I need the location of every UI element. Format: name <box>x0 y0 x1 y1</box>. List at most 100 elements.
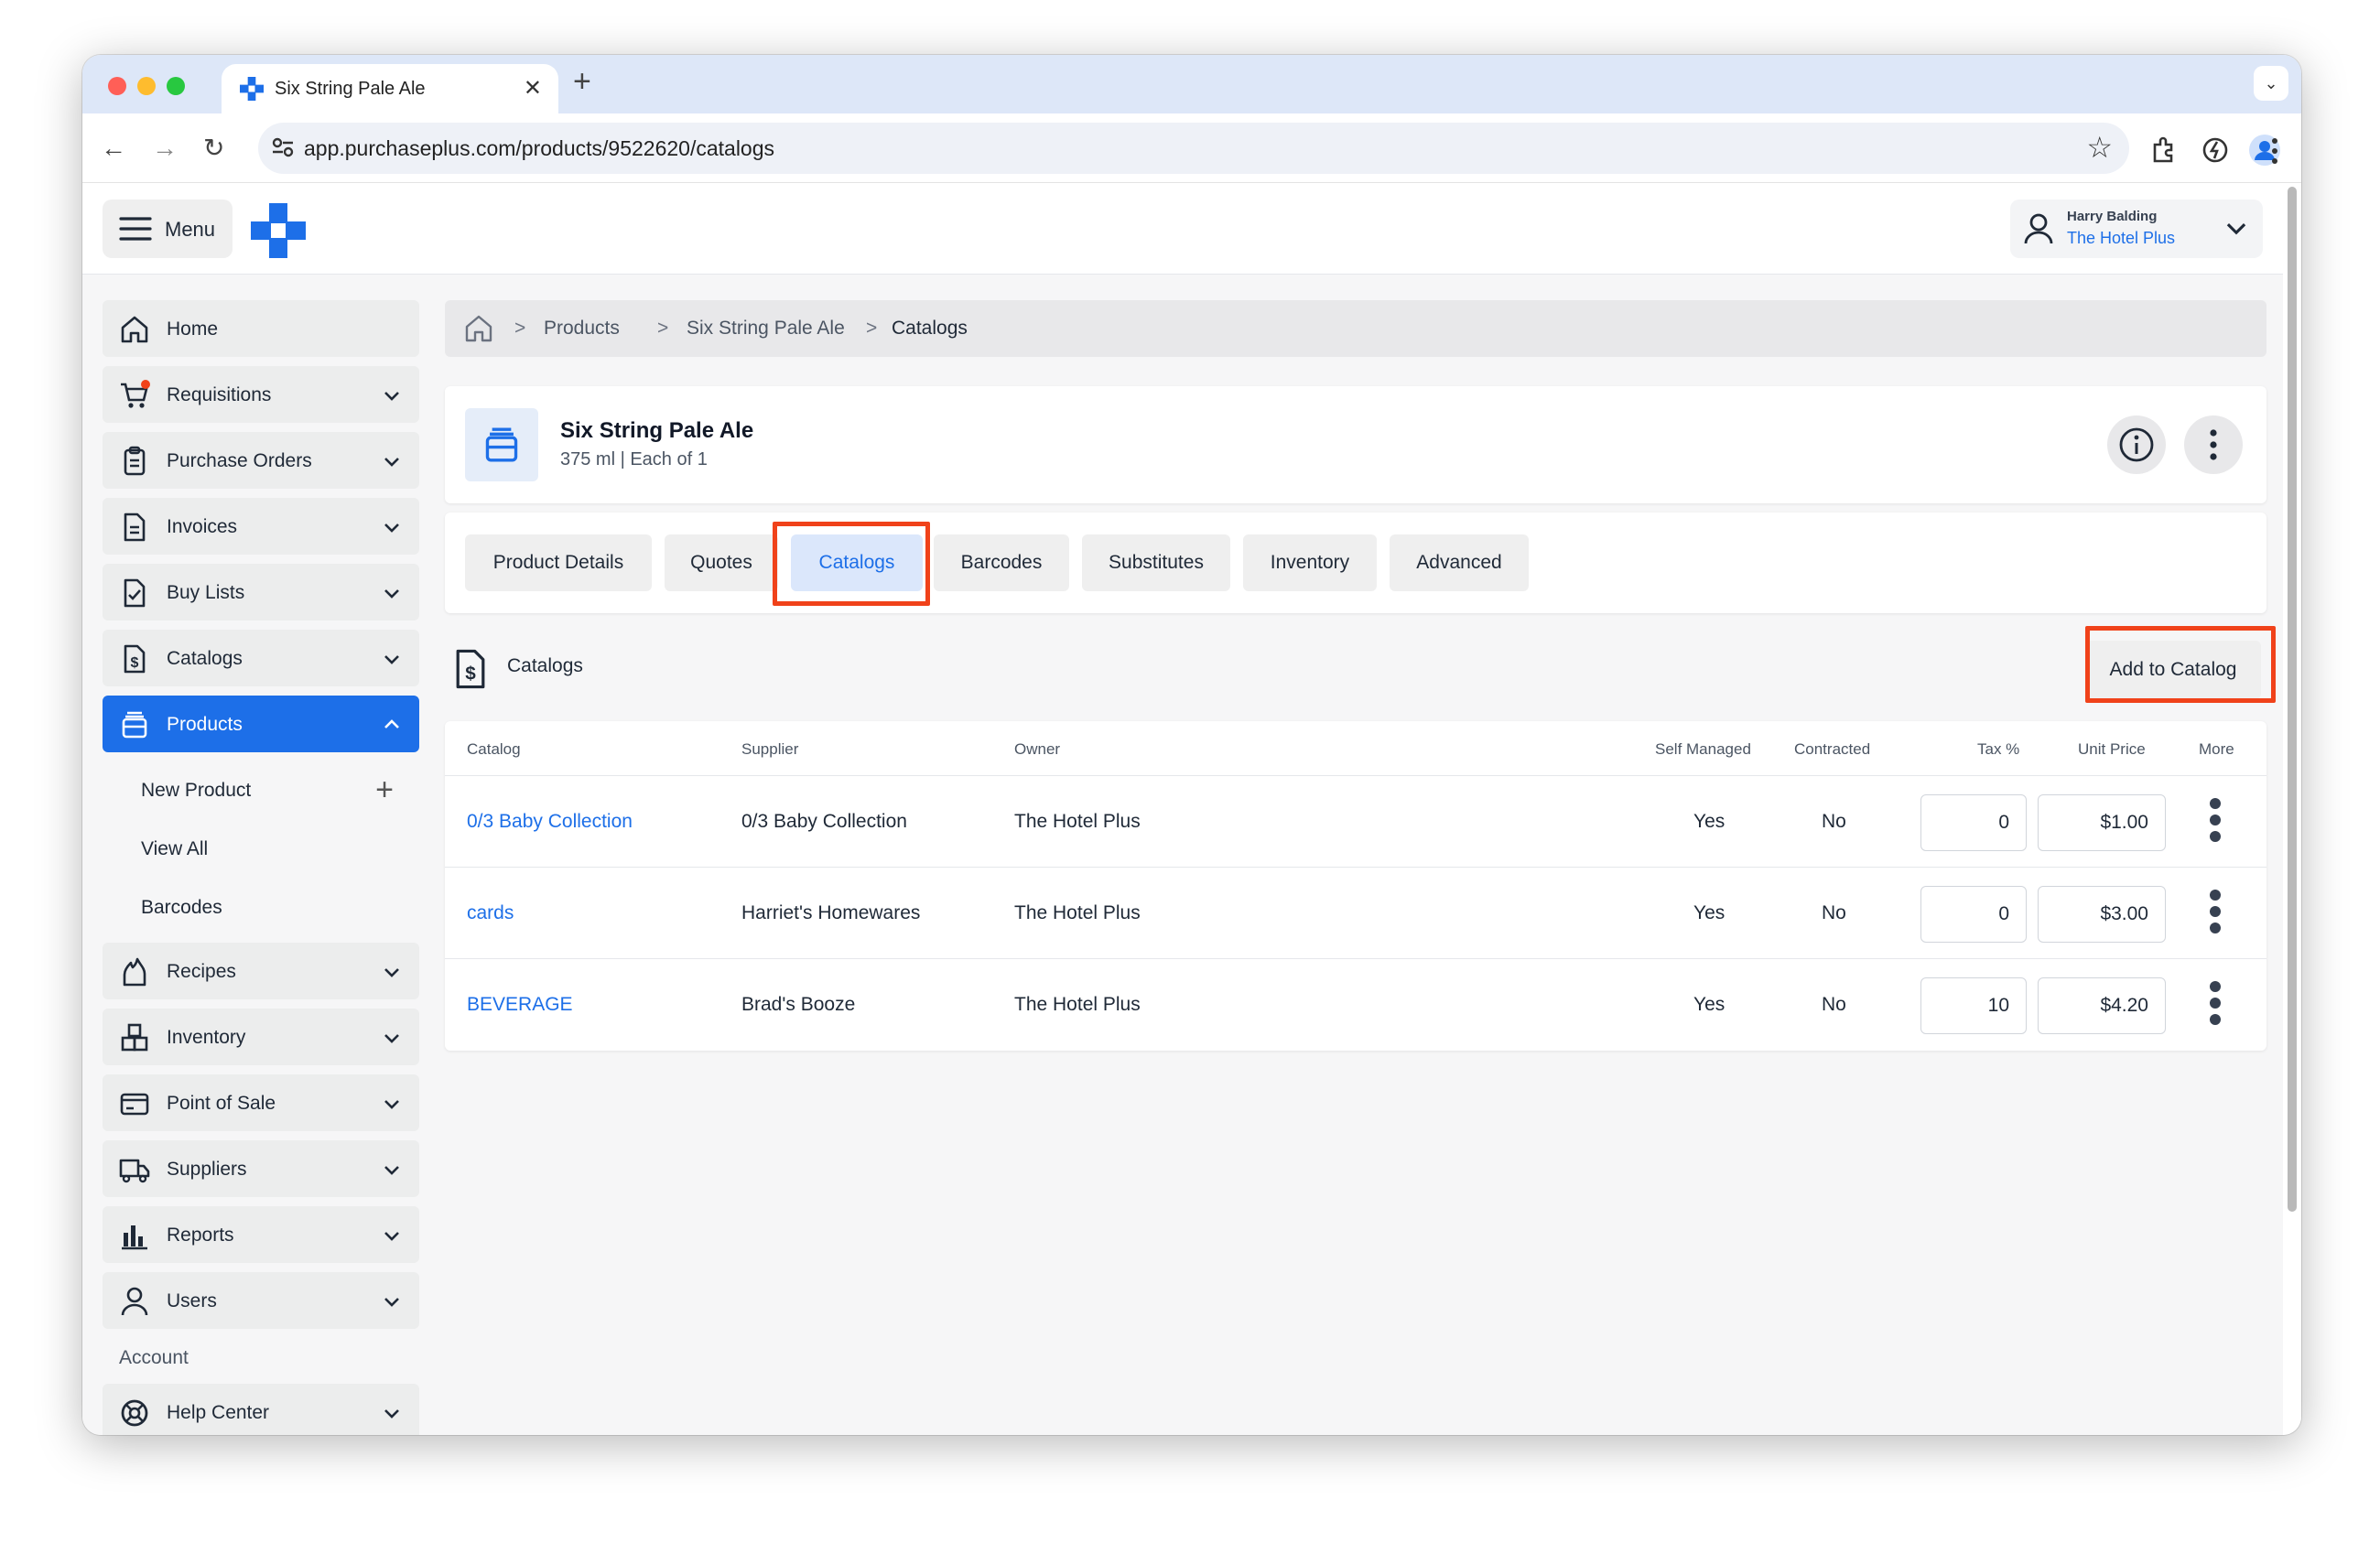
column-header-more: More <box>2199 740 2234 758</box>
lifebuoy-icon <box>121 1399 148 1427</box>
sidebar-item-suppliers[interactable]: Suppliers <box>103 1140 419 1197</box>
sidebar-subitem-view-all[interactable]: View All <box>103 820 419 879</box>
tab-inventory[interactable]: Inventory <box>1243 534 1377 591</box>
sidebar-item-label: Help Center <box>167 1402 270 1423</box>
bookmark-star-icon[interactable]: ☆ <box>2086 130 2113 165</box>
sidebar-item-label: Users <box>167 1290 217 1311</box>
sidebar-item-label: Buy Lists <box>167 582 245 603</box>
sidebar-item-label: Purchase Orders <box>167 450 312 471</box>
sidebar-item-point-of-sale[interactable]: Point of Sale <box>103 1074 419 1131</box>
supplier-cell: Brad's Booze <box>741 994 856 1015</box>
purchaseplus-logo-icon[interactable] <box>251 203 306 258</box>
sidebar-item-home[interactable]: Home <box>103 300 419 357</box>
bar-chart-icon <box>122 1225 147 1250</box>
sidebar-subitem-barcodes[interactable]: Barcodes <box>103 879 419 937</box>
column-header-owner: Owner <box>1014 740 1061 758</box>
info-button[interactable] <box>2107 415 2166 474</box>
back-icon[interactable]: ← <box>101 130 126 167</box>
tab-product-details[interactable]: Product Details <box>465 534 652 591</box>
chevron-up-icon <box>384 719 399 728</box>
tax-input[interactable]: 0 <box>1920 794 2027 851</box>
maximize-window-button[interactable] <box>167 77 185 95</box>
sidebar-item-reports[interactable]: Reports <box>103 1206 419 1263</box>
contracted-cell: No <box>1822 902 1846 923</box>
reload-icon[interactable]: ↻ <box>203 130 224 167</box>
chevron-right-icon: > <box>657 318 669 339</box>
menu-button[interactable]: Menu <box>103 200 233 258</box>
sidebar-item-buy-lists[interactable]: Buy Lists <box>103 564 419 620</box>
breadcrumb-current: Catalogs <box>892 318 968 339</box>
catalogs-table: Catalog Supplier Owner Self Managed Cont… <box>445 721 2266 1051</box>
self-managed-cell: Yes <box>1693 902 1726 923</box>
chevron-down-icon <box>384 968 399 977</box>
column-header-self-managed: Self Managed <box>1655 740 1751 758</box>
forward-icon[interactable]: → <box>152 130 178 167</box>
table-header: Catalog Supplier Owner Self Managed Cont… <box>445 721 2266 776</box>
sidebar-item-label: Requisitions <box>167 384 272 405</box>
sidebar-item-users[interactable]: Users <box>103 1272 419 1329</box>
product-jar-icon <box>485 427 518 462</box>
self-managed-cell: Yes <box>1693 994 1726 1015</box>
sidebar-item-invoices[interactable]: Invoices <box>103 498 419 555</box>
browser-tab[interactable]: Six String Pale Ale ✕ <box>222 64 558 113</box>
breadcrumb-products[interactable]: Products <box>544 318 620 340</box>
catalog-link[interactable]: cards <box>467 902 514 924</box>
address-bar[interactable]: app.purchaseplus.com/products/9522620/ca… <box>258 123 2129 174</box>
tab-advanced[interactable]: Advanced <box>1390 534 1529 591</box>
tax-input[interactable]: 0 <box>1920 886 2027 943</box>
more-options-button[interactable] <box>2184 415 2243 474</box>
info-icon <box>2119 427 2154 462</box>
unit-price-input[interactable]: $1.00 <box>2038 794 2166 851</box>
new-tab-button[interactable]: + <box>573 66 591 97</box>
tab-quotes[interactable]: Quotes <box>665 534 778 591</box>
catalogs-section-header: $ Catalogs Add to Catalog <box>445 622 2276 714</box>
sidebar-item-purchase-orders[interactable]: Purchase Orders <box>103 432 419 489</box>
breadcrumb-product[interactable]: Six String Pale Ale <box>687 318 845 340</box>
sidebar-item-recipes[interactable]: Recipes <box>103 943 419 999</box>
sidebar-subitem-new-product[interactable]: New Product + <box>103 761 419 820</box>
column-header-supplier: Supplier <box>741 740 799 758</box>
tab-search-button[interactable]: ⌄ <box>2254 66 2288 101</box>
chevron-down-icon <box>384 1298 399 1307</box>
row-more-icon[interactable] <box>2210 890 2221 939</box>
chevron-down-icon <box>2226 222 2246 235</box>
breadcrumb: > Products > Six String Pale Ale > Catal… <box>445 300 2266 357</box>
performance-icon[interactable] <box>2201 135 2230 165</box>
browser-menu-icon[interactable] <box>2270 137 2279 165</box>
sidebar-item-inventory[interactable]: Inventory <box>103 1009 419 1065</box>
product-meta: 375 ml | Each of 1 <box>560 449 708 469</box>
catalog-link[interactable]: 0/3 Baby Collection <box>467 811 633 833</box>
user-icon <box>2024 213 2053 244</box>
plus-icon[interactable]: + <box>375 772 394 808</box>
sidebar-item-requisitions[interactable]: Requisitions <box>103 366 419 423</box>
sidebar-item-products[interactable]: Products <box>103 696 419 752</box>
unit-price-input[interactable]: $4.20 <box>2038 977 2166 1034</box>
tab-substitutes[interactable]: Substitutes <box>1082 534 1230 591</box>
page-scrollbar[interactable] <box>2283 183 2301 1435</box>
row-more-icon[interactable] <box>2210 981 2221 1030</box>
svg-text:$: $ <box>465 664 476 685</box>
close-window-button[interactable] <box>108 77 126 95</box>
document-icon <box>124 513 146 542</box>
dollar-document-icon: $ <box>456 649 485 689</box>
catalogs-section-title: Catalogs <box>507 655 583 676</box>
sidebar-item-help-center[interactable]: Help Center <box>103 1384 419 1435</box>
home-icon[interactable] <box>463 313 494 344</box>
unit-price-input[interactable]: $3.00 <box>2038 886 2166 943</box>
tab-barcodes[interactable]: Barcodes <box>934 534 1069 591</box>
more-vertical-icon <box>2210 429 2217 460</box>
svg-text:$: $ <box>131 655 139 671</box>
extensions-icon[interactable] <box>2149 135 2179 165</box>
tax-input[interactable]: 10 <box>1920 977 2027 1034</box>
sidebar-item-catalogs[interactable]: $ Catalogs <box>103 630 419 686</box>
row-more-icon[interactable] <box>2210 798 2221 847</box>
user-menu[interactable]: Harry Balding The Hotel Plus <box>2010 200 2263 258</box>
site-settings-icon[interactable] <box>271 135 295 159</box>
minimize-window-button[interactable] <box>137 77 156 95</box>
catalog-link[interactable]: BEVERAGE <box>467 994 573 1016</box>
product-jar-icon <box>122 711 147 739</box>
scrollbar-thumb[interactable] <box>2288 187 2297 1212</box>
cart-icon <box>121 380 150 408</box>
close-tab-icon[interactable]: ✕ <box>524 75 542 102</box>
user-name: Harry Balding <box>2067 209 2158 224</box>
